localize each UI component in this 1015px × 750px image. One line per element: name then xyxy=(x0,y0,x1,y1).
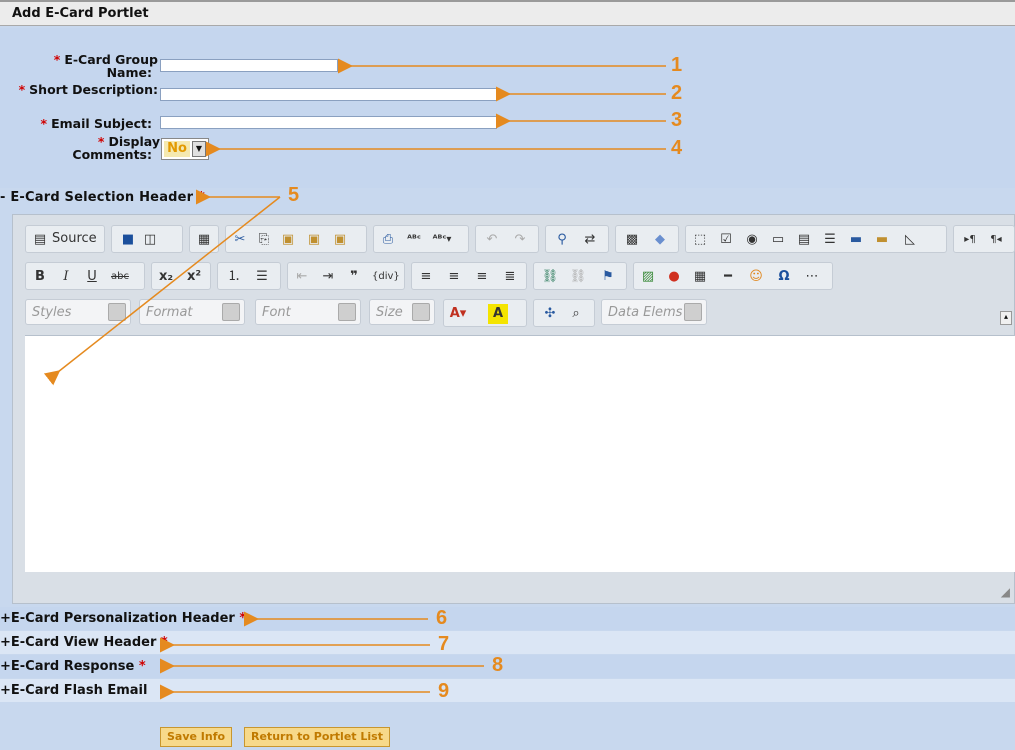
annotation-number-4: 4 xyxy=(671,137,683,159)
annotation-number-1: 1 xyxy=(671,54,683,76)
annotation-number-8: 8 xyxy=(492,654,504,676)
annotation-number-9: 9 xyxy=(438,680,450,702)
annotation-arrow-5b xyxy=(43,196,281,386)
annotation-number-3: 3 xyxy=(671,109,683,131)
annotation-number-6: 6 xyxy=(436,607,448,629)
annotation-number-2: 2 xyxy=(671,82,683,104)
annotation-number-5: 5 xyxy=(288,184,300,206)
annotation-number-7: 7 xyxy=(438,633,450,655)
annotation-overlay xyxy=(43,58,666,700)
